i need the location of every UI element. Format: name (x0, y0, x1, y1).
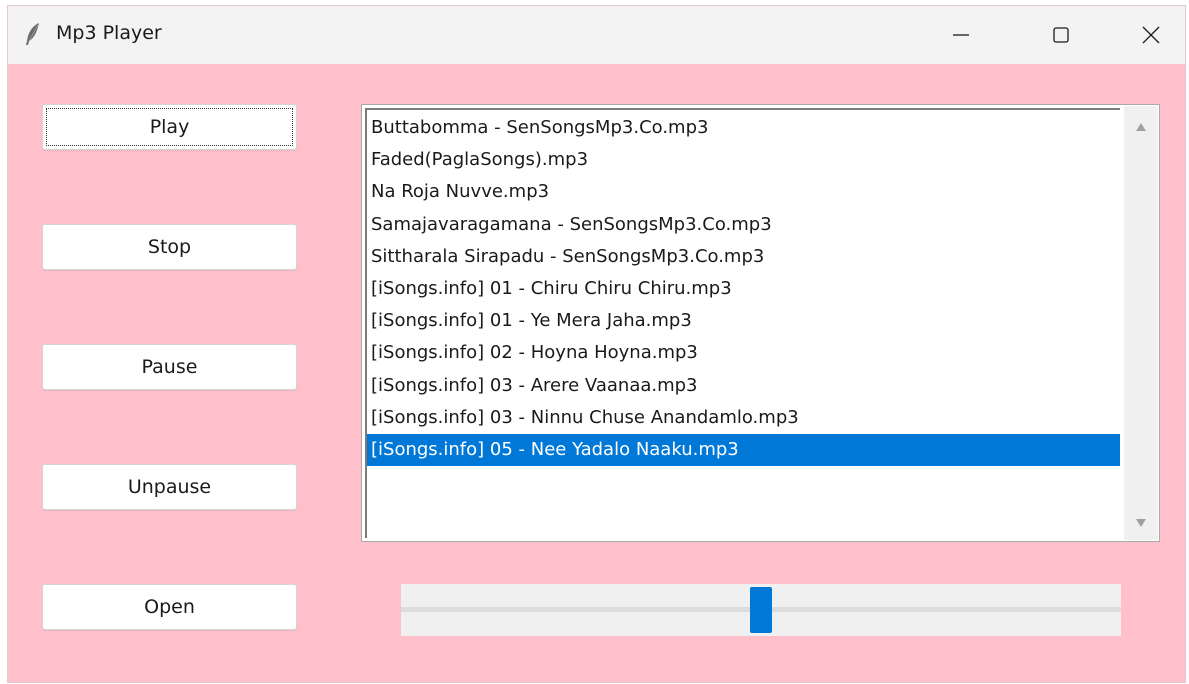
window-title: Mp3 Player (56, 22, 162, 44)
playlist-item[interactable]: [iSongs.info] 02 - Hoyna Hoyna.mp3 (367, 337, 1120, 369)
playlist-item[interactable]: [iSongs.info] 01 - Ye Mera Jaha.mp3 (367, 305, 1120, 337)
feather-icon (22, 21, 44, 47)
playlist-item[interactable]: [iSongs.info] 05 - Nee Yadalo Naaku.mp3 (367, 433, 1120, 467)
playlist-scrollbar[interactable] (1124, 106, 1158, 540)
playlist-item[interactable]: [iSongs.info] 03 - Arere Vaanaa.mp3 (367, 370, 1120, 402)
scroll-down-button[interactable] (1124, 506, 1158, 540)
minimize-icon (953, 34, 969, 36)
title-bar: Mp3 Player (8, 6, 1185, 64)
maximize-button[interactable] (1030, 6, 1092, 64)
pause-button[interactable]: Pause (42, 344, 297, 390)
unpause-button[interactable]: Unpause (42, 464, 297, 510)
triangle-up-icon (1136, 123, 1146, 131)
playlist-item[interactable]: Buttabomma - SenSongsMp3.Co.mp3 (367, 112, 1120, 144)
scroll-up-button[interactable] (1124, 110, 1158, 144)
playlist-item[interactable]: [iSongs.info] 03 - Ninnu Chuse Anandamlo… (367, 402, 1120, 434)
playlist-item[interactable]: Sittharala Sirapadu - SenSongsMp3.Co.mp3 (367, 241, 1120, 273)
minimize-button[interactable] (930, 6, 992, 64)
playlist-items: Buttabomma - SenSongsMp3.Co.mp3 Faded(Pag… (365, 108, 1120, 538)
app-window: Mp3 Player Play Stop Pause Unpause Open … (8, 6, 1185, 682)
playlist-item[interactable]: Na Roja Nuvve.mp3 (367, 176, 1120, 208)
playlist-item[interactable]: Faded(PaglaSongs).mp3 (367, 144, 1120, 176)
triangle-down-icon (1136, 519, 1146, 527)
close-button[interactable] (1120, 6, 1182, 64)
maximize-icon (1053, 27, 1069, 43)
slider-thumb[interactable] (750, 587, 772, 633)
stop-button[interactable]: Stop (42, 224, 297, 270)
close-icon (1142, 26, 1160, 44)
playlist-item[interactable]: Samajavaragamana - SenSongsMp3.Co.mp3 (367, 209, 1120, 241)
open-button[interactable]: Open (42, 584, 297, 630)
playlist-listbox[interactable]: Buttabomma - SenSongsMp3.Co.mp3 Faded(Pag… (361, 104, 1160, 542)
volume-slider[interactable] (401, 584, 1121, 636)
play-button[interactable]: Play (42, 104, 297, 150)
playlist-item[interactable]: [iSongs.info] 01 - Chiru Chiru Chiru.mp3 (367, 273, 1120, 305)
